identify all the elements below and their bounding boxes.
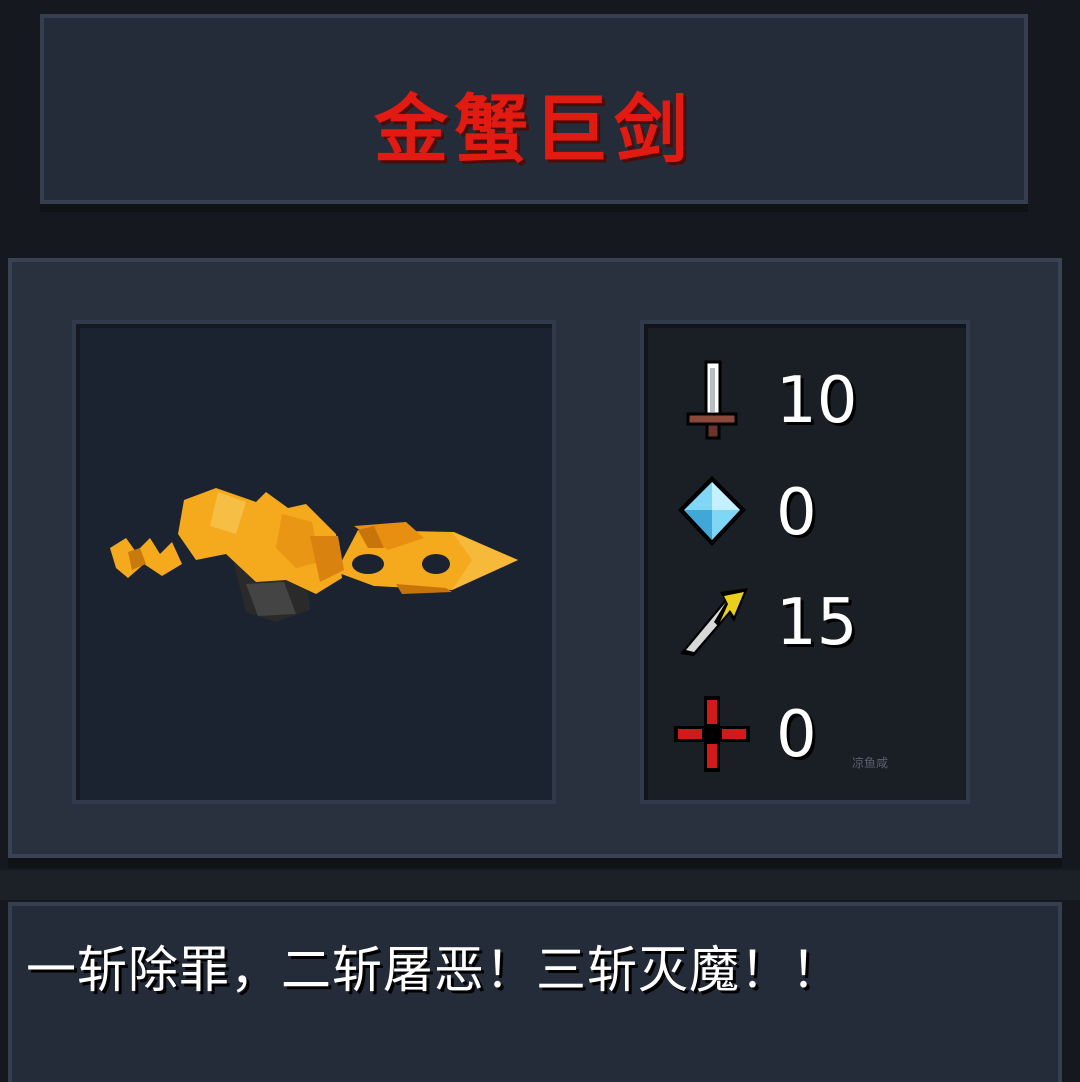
- red-crosshair-icon: [674, 696, 750, 772]
- damage-value: 10: [776, 364, 858, 438]
- stat-row-energy: 0: [674, 472, 954, 552]
- weapon-description: 一斩除罪，二斩屠恶！三斩灭魔！！: [26, 941, 842, 999]
- accuracy-value: 0: [776, 698, 817, 772]
- weapon-stats-panel: 10 0 15 0 凉鱼咸: [640, 320, 970, 804]
- feather-lightning-icon: [680, 588, 748, 656]
- golden-crab-greatsword-icon: [110, 488, 518, 622]
- weapon-description-panel: 一斩除罪，二斩屠恶！三斩灭魔！！: [8, 902, 1062, 1082]
- stat-row-critical: 15: [674, 582, 954, 662]
- blue-crystal-icon: [678, 476, 746, 546]
- panel-divider: [0, 870, 1080, 900]
- critical-value: 15: [776, 586, 858, 660]
- energy-value: 0: [776, 476, 817, 550]
- stat-row-accuracy: 0: [674, 694, 954, 774]
- sword-icon: [686, 360, 738, 440]
- weapon-title-panel: 金蟹巨剑: [40, 14, 1028, 204]
- watermark: 凉鱼咸: [852, 756, 889, 770]
- weapon-image-frame: [72, 320, 556, 804]
- weapon-name: 金蟹巨剑: [374, 87, 694, 173]
- weapon-info-panel: 10 0 15 0 凉鱼咸: [8, 258, 1062, 858]
- stat-row-damage: 10: [674, 360, 954, 440]
